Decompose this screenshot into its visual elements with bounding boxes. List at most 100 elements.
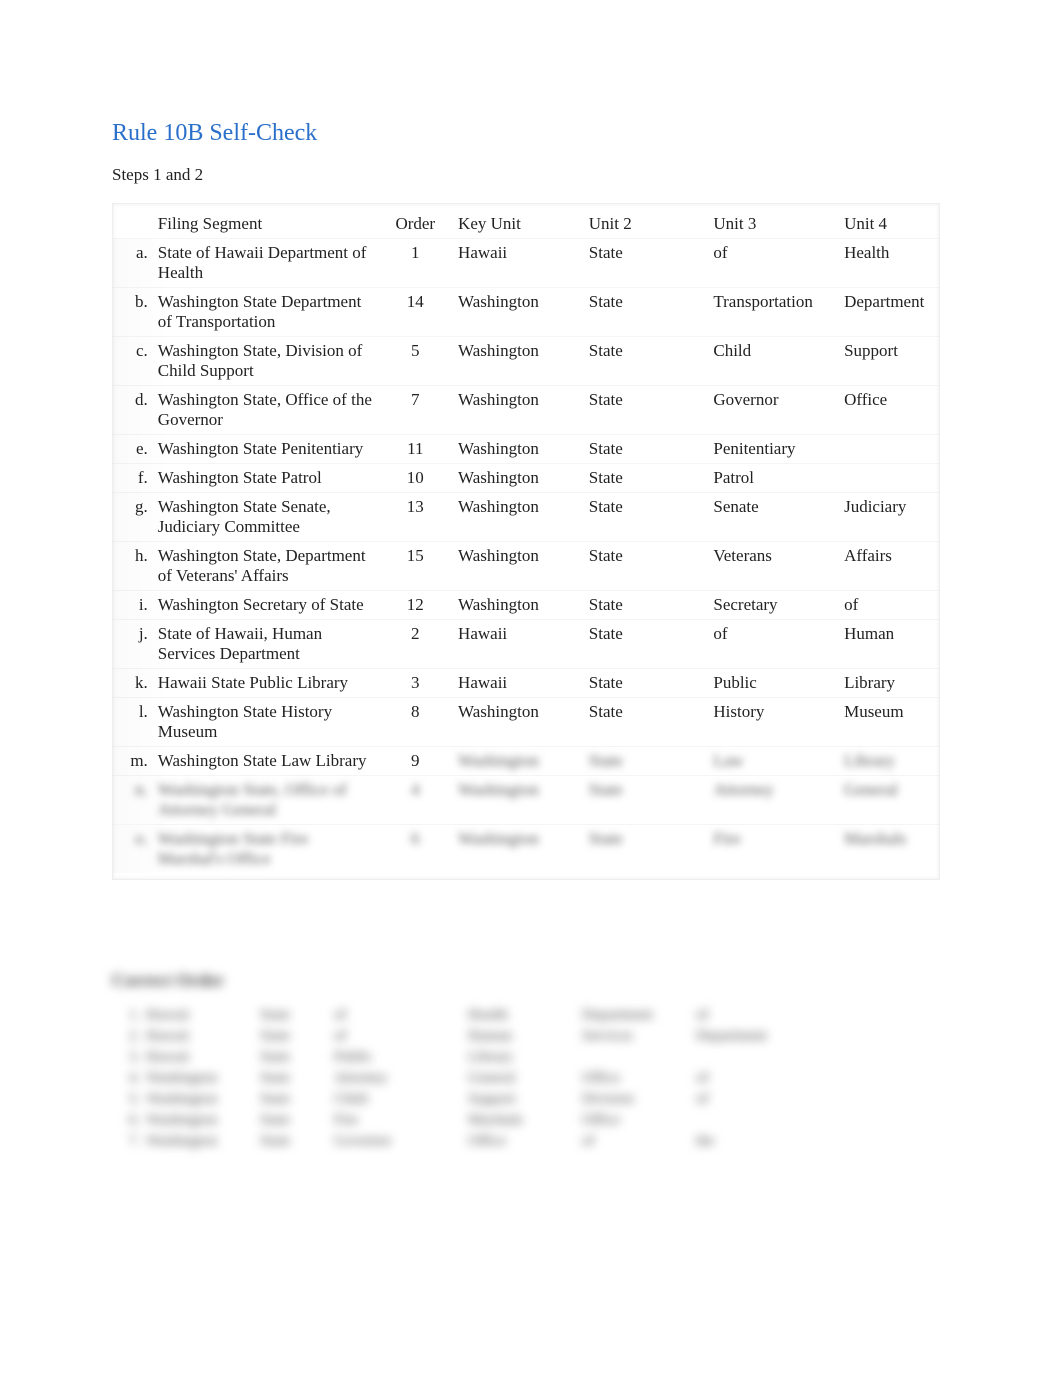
cell-unit2: State [583, 669, 708, 698]
cell-unit2: State [583, 591, 708, 620]
cell-order: 14 [379, 288, 453, 337]
cell-order: 3 [379, 669, 453, 698]
cell-unit3: Fire [707, 825, 838, 874]
cell-unit2: State [583, 698, 708, 747]
cell-filing_segment: State of Hawaii, Human Services Departme… [152, 620, 379, 669]
cell: State [260, 1110, 334, 1131]
cell-idx: g. [113, 493, 152, 542]
cell: State [260, 1089, 334, 1110]
table-row: i.Washington Secretary of State12Washing… [113, 591, 940, 620]
cell-filing_segment: Washington State, Office of Attorney Gen… [152, 776, 379, 825]
cell-unit4: Museum [838, 698, 940, 747]
cell: Library [468, 1047, 582, 1068]
cell-unit3: Law [707, 747, 838, 776]
cell [582, 1047, 696, 1068]
cell: Services [582, 1026, 696, 1047]
cell-idx: d. [113, 386, 152, 435]
cell-filing_segment: Washington State, Division of Child Supp… [152, 337, 379, 386]
cell-key_unit: Washington [452, 542, 583, 591]
cell-unit4: Office [838, 386, 940, 435]
cell: Child [334, 1089, 468, 1110]
page-subtitle: Steps 1 and 2 [112, 165, 1042, 185]
cell-order: 7 [379, 386, 453, 435]
list-item: 7.WashingtonStateGovernorOfficeofthe [112, 1131, 810, 1152]
cell-unit2: State [583, 435, 708, 464]
table-row: g.Washington State Senate, Judiciary Com… [113, 493, 940, 542]
cell-unit3: Transportation [707, 288, 838, 337]
correct-order-table: 1.HawaiiStateofHealthDepartmentof2.Hawai… [112, 1005, 810, 1152]
cell-key_unit: Hawaii [452, 669, 583, 698]
cell: Washington [146, 1110, 260, 1131]
cell-unit3: of [707, 239, 838, 288]
cell: Department [696, 1026, 810, 1047]
cell: the [696, 1131, 810, 1152]
cell-unit2: State [583, 239, 708, 288]
cell-order: 13 [379, 493, 453, 542]
table-row: h.Washington State, Department of Vetera… [113, 542, 940, 591]
cell: of [696, 1068, 810, 1089]
cell-order: 12 [379, 591, 453, 620]
cell: State [260, 1131, 334, 1152]
cell-unit2: State [583, 493, 708, 542]
cell-unit4: Human [838, 620, 940, 669]
cell-filing_segment: Washington State Senate, Judiciary Commi… [152, 493, 379, 542]
col-index [113, 210, 152, 239]
table-header-row: Filing Segment Order Key Unit Unit 2 Uni… [113, 210, 940, 239]
cell: Washington [146, 1068, 260, 1089]
col-unit2: Unit 2 [583, 210, 708, 239]
cell: General [468, 1068, 582, 1089]
correct-order-heading: Correct Order [112, 970, 224, 991]
cell-filing_segment: Hawaii State Public Library [152, 669, 379, 698]
cell-filing_segment: Washington Secretary of State [152, 591, 379, 620]
cell-order: 4 [379, 776, 453, 825]
cell-filing_segment: Washington State Department of Transport… [152, 288, 379, 337]
cell: Marshals [468, 1110, 582, 1131]
cell-key_unit: Washington [452, 591, 583, 620]
col-unit3: Unit 3 [707, 210, 838, 239]
cell-unit3: Governor [707, 386, 838, 435]
cell-filing_segment: Washington State Patrol [152, 464, 379, 493]
table-row: j.State of Hawaii, Human Services Depart… [113, 620, 940, 669]
cell: 6. [112, 1110, 146, 1131]
cell-unit4: Judiciary [838, 493, 940, 542]
main-table: Filing Segment Order Key Unit Unit 2 Uni… [113, 210, 940, 873]
cell-order: 6 [379, 825, 453, 874]
cell: Hawaii [146, 1026, 260, 1047]
cell: of [582, 1131, 696, 1152]
cell-filing_segment: Washington State Penitentiary [152, 435, 379, 464]
cell-idx: b. [113, 288, 152, 337]
cell-unit2: State [583, 288, 708, 337]
cell-key_unit: Washington [452, 776, 583, 825]
cell: of [334, 1005, 468, 1026]
cell: 1. [112, 1005, 146, 1026]
cell: Governor [334, 1131, 468, 1152]
list-item: 4.WashingtonStateAttorneyGeneralOfficeof [112, 1068, 810, 1089]
cell: 5. [112, 1089, 146, 1110]
cell-unit3: Penitentiary [707, 435, 838, 464]
cell: Fire [334, 1110, 468, 1131]
cell-idx: k. [113, 669, 152, 698]
cell-unit4: Support [838, 337, 940, 386]
cell-key_unit: Hawaii [452, 620, 583, 669]
cell-order: 1 [379, 239, 453, 288]
cell-unit2: State [583, 825, 708, 874]
cell: Hawaii [146, 1005, 260, 1026]
cell: Human [468, 1026, 582, 1047]
table-row: f.Washington State Patrol10WashingtonSta… [113, 464, 940, 493]
cell: Health [468, 1005, 582, 1026]
cell-order: 15 [379, 542, 453, 591]
table-row: m.Washington State Law Library9Washingto… [113, 747, 940, 776]
cell-unit3: History [707, 698, 838, 747]
table-row: n.Washington State, Office of Attorney G… [113, 776, 940, 825]
list-item: 3.HawaiiStatePublicLibrary [112, 1047, 810, 1068]
cell-order: 5 [379, 337, 453, 386]
cell-key_unit: Washington [452, 386, 583, 435]
cell-filing_segment: Washington State, Office of the Governor [152, 386, 379, 435]
cell-idx: i. [113, 591, 152, 620]
cell-unit4: Library [838, 669, 940, 698]
cell-order: 2 [379, 620, 453, 669]
list-item: 2.HawaiiStateofHumanServicesDepartment [112, 1026, 810, 1047]
correct-order-section: Correct Order 1.HawaiiStateofHealthDepar… [112, 970, 1042, 1152]
cell-unit2: State [583, 337, 708, 386]
table-row: e.Washington State Penitentiary11Washing… [113, 435, 940, 464]
